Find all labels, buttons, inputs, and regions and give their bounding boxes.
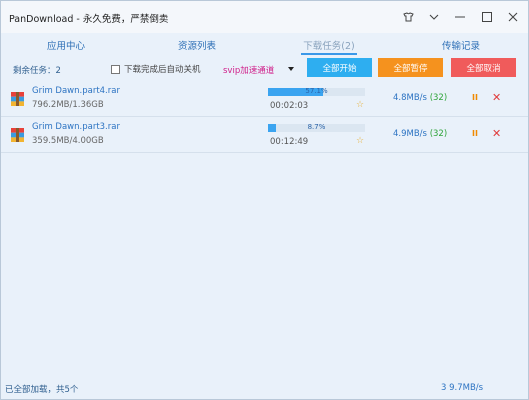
active-tab-indicator [301, 53, 357, 55]
connection-count: (32) [429, 93, 448, 103]
cancel-icon[interactable]: ✕ [492, 91, 501, 104]
tab-download-tasks[interactable]: 下载任务(2) [289, 38, 369, 52]
file-size: 359.5MB/4.00GB [32, 136, 104, 146]
remaining-time: 00:12:49 [270, 137, 309, 147]
download-row[interactable]: Grim Dawn.part4.rar 796.2MB/1.36GB 57.1%… [1, 81, 528, 117]
skin-icon[interactable] [399, 8, 417, 26]
file-name: Grim Dawn.part4.rar [32, 86, 120, 96]
star-icon[interactable]: ☆ [356, 136, 364, 146]
pause-icon[interactable]: II [472, 93, 478, 102]
download-row[interactable]: Grim Dawn.part3.rar 359.5MB/4.00GB 8.7% … [1, 117, 528, 153]
auto-shutdown-checkbox[interactable] [111, 64, 120, 74]
cancel-all-button[interactable]: 全部取消 [451, 58, 516, 77]
maximize-icon[interactable] [478, 8, 496, 26]
status-bar: 已全部加载，共5个 3 9.7MB/s [1, 379, 528, 399]
total-speed: 3 9.7MB/s [441, 383, 484, 393]
window-title: PanDownload - 永久免费，严禁倒卖 [9, 14, 169, 25]
chevron-down-icon[interactable] [425, 8, 443, 26]
tab-transfer-history[interactable]: 传输记录 [421, 38, 501, 52]
start-all-button[interactable]: 全部开始 [307, 58, 372, 77]
progress-bar: 8.7% [268, 123, 365, 132]
auto-shutdown-label[interactable]: 下载完成后自动关机 [124, 63, 201, 75]
title-bar: PanDownload - 永久免费，严禁倒卖 [1, 1, 528, 33]
download-speed: 4.8MB/s (32) [393, 93, 447, 103]
star-icon[interactable]: ☆ [356, 100, 364, 110]
cancel-icon[interactable]: ✕ [492, 127, 501, 140]
progress-text: 8.7% [307, 123, 326, 131]
rar-archive-icon [11, 128, 24, 142]
connection-count: (32) [429, 129, 448, 139]
remaining-time: 00:02:03 [270, 101, 309, 111]
load-status: 已全部加载，共5个 [5, 385, 79, 395]
remaining-tasks: 剩余任务：2 [13, 66, 61, 76]
tab-app-center[interactable]: 应用中心 [26, 38, 106, 52]
svip-channel-select[interactable]: svip加速通道 [223, 64, 274, 76]
tab-resource-list[interactable]: 资源列表 [157, 38, 237, 52]
progress-bar: 57.1% [268, 87, 365, 96]
file-size: 796.2MB/1.36GB [32, 100, 104, 110]
file-name: Grim Dawn.part3.rar [32, 122, 120, 132]
progress-text: 57.1% [305, 87, 328, 95]
pause-icon[interactable]: II [472, 129, 478, 138]
download-speed: 4.9MB/s (32) [393, 129, 447, 139]
main-tabs: 应用中心 资源列表 下载任务(2) 传输记录 [1, 33, 528, 57]
download-toolbar: 剩余任务：2 下载完成后自动关机 svip加速通道 全部开始 全部暂停 全部取消 [1, 57, 528, 81]
speed-value: 4.8MB/s [393, 93, 427, 103]
pause-all-button[interactable]: 全部暂停 [378, 58, 443, 77]
app-window: PanDownload - 永久免费，严禁倒卖 应用中心 资源列表 下载任务(2… [0, 0, 529, 400]
speed-value: 4.9MB/s [393, 129, 427, 139]
minimize-icon[interactable] [451, 8, 469, 26]
auto-shutdown-option[interactable]: 下载完成后自动关机 [111, 63, 201, 75]
close-window-icon[interactable] [504, 8, 522, 26]
dropdown-arrow-icon[interactable] [288, 67, 294, 71]
rar-archive-icon [11, 92, 24, 106]
